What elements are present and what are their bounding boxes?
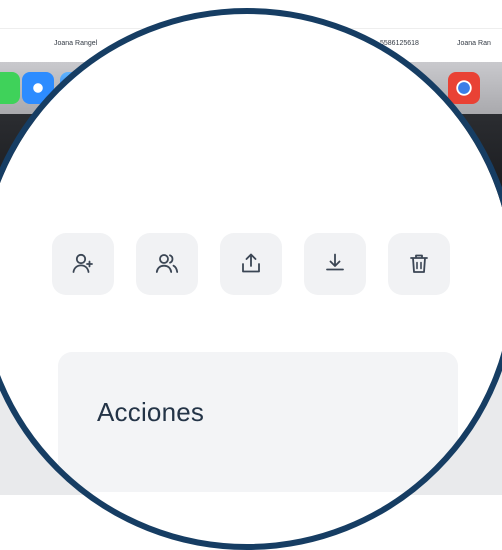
- actions-panel-title: Acciones: [97, 397, 205, 427]
- download-icon: [326, 253, 344, 271]
- download-button[interactable]: [304, 233, 366, 295]
- trash-icon: [410, 254, 428, 273]
- upload-icon: [242, 253, 260, 273]
- add-user-icon: [72, 253, 93, 273]
- delete-button[interactable]: [388, 233, 450, 295]
- users-button[interactable]: [136, 233, 198, 295]
- users-icon: [155, 254, 179, 273]
- magnified-content: Acciones: [0, 14, 502, 495]
- add-user-button[interactable]: [52, 233, 114, 295]
- magnifier-lens: Acciones: [0, 14, 502, 544]
- upload-button[interactable]: [220, 233, 282, 295]
